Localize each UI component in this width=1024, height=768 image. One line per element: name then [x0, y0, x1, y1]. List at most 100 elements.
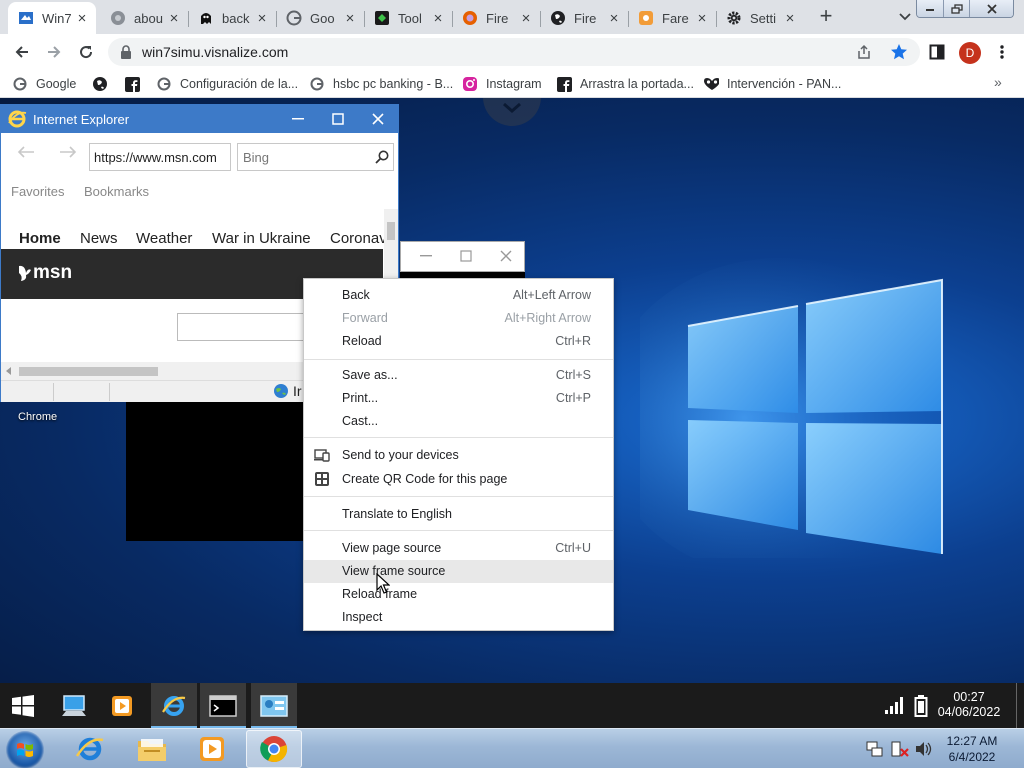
win7-pin-internet-explorer[interactable] — [62, 730, 118, 768]
ie-minimize-button[interactable] — [278, 105, 318, 133]
new-tab-button[interactable]: + — [814, 5, 838, 28]
win7-pin-chrome[interactable] — [246, 730, 302, 768]
ie-title-bar[interactable]: Internet Explorer — [1, 105, 398, 133]
taskbar-command-prompt[interactable] — [200, 683, 246, 728]
back-button[interactable] — [8, 38, 36, 66]
msn-nav-war-in-ukraine[interactable]: War in Ukraine — [212, 230, 311, 247]
win7-clock[interactable]: 12:27 AM 6/4/2022 — [936, 733, 1008, 765]
menu-item-view-frame-source[interactable]: View frame source — [304, 560, 613, 583]
bookmark-hsbc[interactable]: hsbc pc banking - B... — [309, 75, 453, 93]
close-window-button[interactable] — [969, 0, 1013, 17]
menu-item-back[interactable]: Back Alt+Left Arrow — [304, 284, 613, 307]
taskbar-internet-explorer[interactable] — [151, 683, 197, 728]
win7-start-orb[interactable] — [6, 731, 44, 768]
address-bar[interactable]: win7simu.visnalize.com — [108, 38, 920, 66]
msn-nav-home[interactable]: Home — [19, 230, 61, 247]
scroll-thumb[interactable] — [19, 367, 158, 376]
menu-item-translate[interactable]: Translate to English — [304, 503, 613, 526]
close-tab-icon[interactable]: × — [430, 10, 446, 27]
signal-icon[interactable] — [884, 695, 906, 715]
close-tab-icon[interactable]: × — [518, 10, 534, 27]
tab-fire-2[interactable]: Fire × — [540, 2, 628, 34]
volume-icon[interactable] — [914, 740, 932, 758]
menu-item-inspect[interactable]: Inspect — [304, 606, 613, 629]
bookmark-arrastra[interactable]: Arrastra la portada... — [556, 75, 694, 93]
close-tab-icon[interactable]: × — [342, 10, 358, 27]
menu-item-save-as[interactable]: Save as... Ctrl+S — [304, 364, 613, 387]
close-tab-icon[interactable]: × — [694, 10, 710, 27]
taskbar-this-pc[interactable] — [51, 683, 97, 728]
minimize-button[interactable] — [917, 0, 943, 17]
win7-pin-explorer[interactable] — [124, 730, 180, 768]
scroll-thumb[interactable] — [387, 222, 395, 240]
ie-address-field[interactable]: https://www.msn.com — [89, 143, 231, 171]
network-icon[interactable] — [866, 740, 884, 758]
scroll-left-icon[interactable] — [6, 367, 12, 375]
menu-item-view-page-source[interactable]: View page source Ctrl+U — [304, 537, 613, 560]
menu-item-print[interactable]: Print... Ctrl+P — [304, 387, 613, 410]
msn-search-input[interactable] — [177, 313, 317, 341]
chrome-menu-button[interactable] — [988, 38, 1016, 66]
forward-button[interactable] — [40, 38, 68, 66]
msn-nav-coronavirus[interactable]: Coronav — [330, 230, 387, 247]
profile-avatar[interactable]: D — [959, 42, 981, 64]
win7-pin-media-player[interactable] — [184, 730, 240, 768]
menu-item-forward[interactable]: Forward Alt+Right Arrow — [304, 307, 613, 330]
maximize-icon[interactable] — [458, 248, 474, 264]
msn-nav-news[interactable]: News — [80, 230, 118, 247]
taskbar-control-panel[interactable] — [251, 683, 297, 728]
desktop-icon-label[interactable]: Chrome — [18, 411, 57, 423]
ie-close-button[interactable] — [358, 105, 398, 133]
close-tab-icon[interactable]: × — [782, 10, 798, 27]
tab-back[interactable]: back × — [188, 2, 276, 34]
ie-search-field[interactable]: Bing — [237, 143, 394, 171]
bookmark-google[interactable]: Google — [12, 75, 76, 93]
msn-nav-weather[interactable]: Weather — [136, 230, 192, 247]
ie-maximize-button[interactable] — [318, 105, 358, 133]
action-center-icon[interactable] — [890, 740, 910, 758]
tab-google[interactable]: Goo × — [276, 2, 364, 34]
bookmark-intervencion[interactable]: Intervención - PAN... — [703, 75, 841, 93]
bookmarks-overflow-button[interactable]: » — [994, 74, 1002, 90]
menu-item-create-qr-code[interactable]: Create QR Code for this page — [304, 468, 613, 491]
menu-item-send-to-devices[interactable]: Send to your devices — [304, 444, 613, 467]
star-icon[interactable] — [890, 43, 908, 61]
win10-clock[interactable]: 00:27 04/06/2022 — [934, 690, 1004, 720]
close-tab-icon[interactable]: × — [74, 10, 90, 27]
tab-fare[interactable]: Fare × — [628, 2, 716, 34]
secondary-window-titlebar[interactable] — [400, 241, 525, 272]
show-desktop-button[interactable] — [1016, 683, 1024, 728]
ie-bookmarks-link[interactable]: Bookmarks — [84, 184, 149, 199]
share-icon[interactable] — [856, 44, 872, 60]
tab-settings[interactable]: Setti × — [716, 2, 804, 34]
taskbar-media-player[interactable] — [99, 683, 145, 728]
pull-down-handle[interactable] — [483, 98, 541, 126]
menu-item-cast[interactable]: Cast... — [304, 410, 613, 433]
msn-logo[interactable]: msn — [17, 262, 72, 284]
search-icon[interactable] — [375, 150, 389, 164]
tab-tool[interactable]: Tool × — [364, 2, 452, 34]
close-tab-icon[interactable]: × — [166, 10, 182, 27]
bookmark-globe[interactable] — [92, 75, 116, 93]
restore-button[interactable] — [943, 0, 969, 17]
minimize-icon[interactable] — [418, 248, 434, 264]
close-icon[interactable] — [498, 248, 514, 264]
close-tab-icon[interactable]: × — [254, 10, 270, 27]
bookmark-configuracion[interactable]: Configuración de la... — [156, 75, 298, 93]
reload-button[interactable] — [72, 38, 100, 66]
menu-item-reload-frame[interactable]: Reload frame — [304, 583, 613, 606]
tab-firefox[interactable]: Fire × — [452, 2, 540, 34]
side-panel-button[interactable] — [923, 38, 951, 66]
tab-search-button[interactable] — [893, 6, 917, 28]
menu-item-reload[interactable]: Reload Ctrl+R — [304, 330, 613, 353]
bookmark-facebook[interactable] — [124, 75, 148, 93]
ie-back-icon[interactable] — [17, 145, 35, 159]
battery-icon[interactable] — [914, 695, 928, 717]
bookmark-instagram[interactable]: Instagram — [462, 75, 542, 93]
ie-favorites-link[interactable]: Favorites — [11, 184, 64, 199]
ie-forward-icon[interactable] — [59, 145, 77, 159]
tab-about[interactable]: abou × — [100, 2, 188, 34]
start-button[interactable] — [0, 683, 46, 728]
close-tab-icon[interactable]: × — [606, 10, 622, 27]
tab-win7simu[interactable]: Win7 × — [8, 2, 96, 34]
